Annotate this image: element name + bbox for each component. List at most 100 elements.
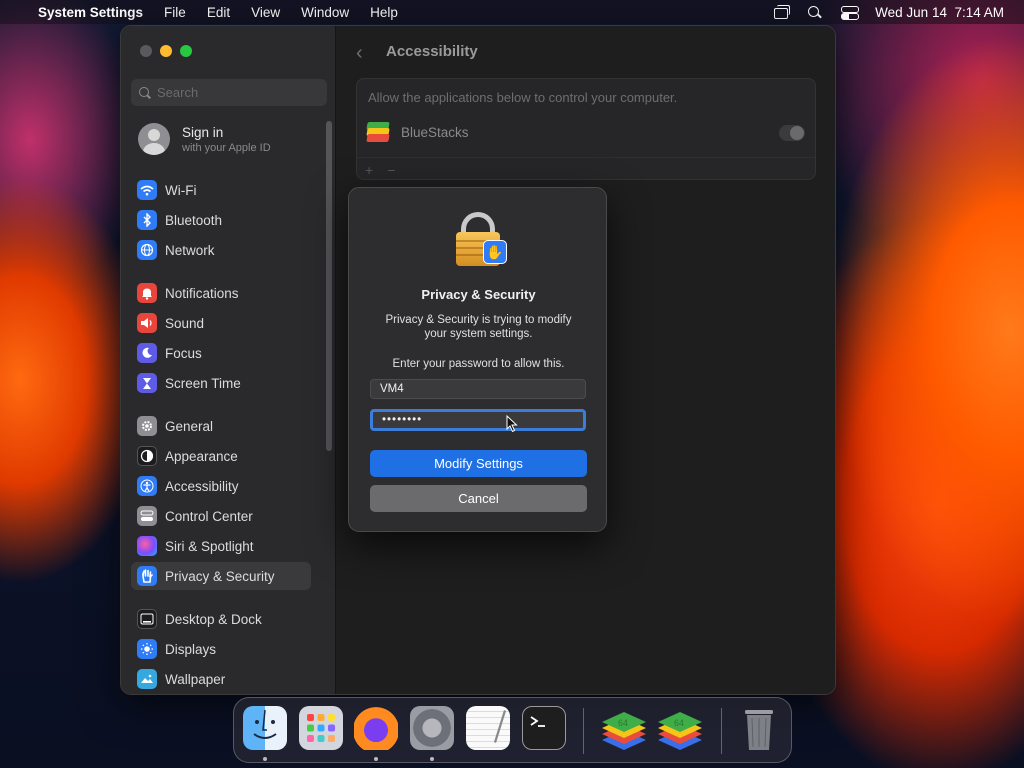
network-globe-icon	[137, 240, 157, 260]
finder-icon[interactable]	[243, 706, 287, 750]
svg-text:64: 64	[674, 718, 684, 728]
firefox-icon[interactable]	[354, 706, 398, 750]
sidebar-item-label: Network	[165, 242, 215, 258]
menu-help[interactable]: Help	[370, 5, 398, 20]
textedit-icon[interactable]	[466, 706, 510, 750]
menubar-clock[interactable]: Wed Jun 14 7:14 AM	[875, 5, 1004, 20]
sidebar-item-sound[interactable]: Sound	[131, 309, 311, 337]
menu-file[interactable]: File	[164, 5, 186, 20]
password-field[interactable]	[370, 409, 586, 431]
dialog-message: Privacy & Security is trying to modify y…	[385, 314, 572, 340]
sign-in-title: Sign in	[182, 124, 224, 140]
sidebar-item-label: General	[165, 418, 214, 434]
dock-separator	[721, 708, 722, 754]
sun-icon	[137, 639, 157, 659]
running-indicator	[430, 757, 434, 761]
apple-id-sign-in[interactable]: Sign in with your Apple ID	[138, 123, 271, 155]
trash-icon[interactable]	[739, 706, 779, 750]
mouse-cursor-icon	[506, 415, 518, 433]
modify-settings-button[interactable]: Modify Settings	[370, 450, 587, 477]
sidebar-item-displays[interactable]: Displays	[131, 635, 311, 663]
wallpaper-icon	[137, 669, 157, 689]
svg-text:64: 64	[618, 718, 628, 728]
sidebar-item-privacy-security[interactable]: Privacy & Security	[131, 562, 311, 590]
close-window-button[interactable]	[140, 45, 152, 57]
minimize-window-button[interactable]	[160, 45, 172, 57]
sidebar-search-input[interactable]	[157, 85, 317, 100]
sidebar-item-label: Displays	[165, 641, 217, 657]
sidebar-item-wifi[interactable]: Wi-Fi	[131, 176, 311, 204]
control-center-icon[interactable]	[841, 5, 860, 20]
moon-icon	[137, 343, 157, 363]
sidebar-item-label: Sound	[165, 315, 205, 331]
sidebar-item-network[interactable]: Network	[131, 236, 311, 264]
avatar	[138, 123, 170, 155]
screen-mirroring-icon[interactable]	[773, 5, 791, 19]
dock-icon	[137, 609, 157, 629]
sidebar: Sign in with your Apple ID Wi-Fi Bluetoo…	[121, 26, 336, 694]
menu-app-name[interactable]: System Settings	[38, 5, 143, 20]
sidebar-item-label: Accessibility	[165, 478, 239, 494]
menu-window[interactable]: Window	[301, 5, 349, 20]
bluestacks-icon[interactable]: 64	[654, 706, 706, 750]
sidebar-item-label: Notifications	[165, 285, 239, 301]
speaker-icon	[137, 313, 157, 333]
sidebar-item-bluetooth[interactable]: Bluetooth	[131, 206, 311, 234]
remove-icon[interactable]: −	[387, 162, 395, 178]
running-indicator	[263, 757, 267, 761]
back-chevron-icon[interactable]: ‹	[356, 42, 363, 65]
panel-footer: + −	[357, 157, 815, 181]
sidebar-scrollbar[interactable]	[326, 121, 332, 451]
sidebar-item-label: Privacy & Security	[165, 568, 275, 584]
spotlight-search-icon[interactable]	[807, 5, 823, 19]
menu-edit[interactable]: Edit	[207, 5, 230, 20]
sidebar-item-siri-spotlight[interactable]: Siri & Spotlight	[131, 532, 311, 560]
menu-view[interactable]: View	[251, 5, 280, 20]
accessibility-icon	[137, 476, 157, 496]
zoom-window-button[interactable]	[180, 45, 192, 57]
app-name: BlueStacks	[401, 124, 469, 140]
username-field[interactable]	[370, 379, 586, 399]
page-title: Accessibility	[386, 43, 478, 60]
hand-icon: ✋	[483, 240, 507, 264]
sidebar-item-accessibility[interactable]: Accessibility	[131, 472, 311, 500]
sidebar-item-control-center[interactable]: Control Center	[131, 502, 311, 530]
auth-dialog: ✋ Privacy & Security Privacy & Security …	[348, 187, 607, 532]
sidebar-item-appearance[interactable]: Appearance	[131, 442, 311, 470]
gear-icon	[137, 416, 157, 436]
menu-bar: System Settings File Edit View Window He…	[0, 0, 1024, 24]
wifi-icon	[137, 180, 157, 200]
system-settings-icon[interactable]	[410, 706, 454, 750]
sidebar-item-label: Bluetooth	[165, 212, 223, 228]
bluestacks-toggle[interactable]	[779, 125, 805, 141]
search-icon	[139, 86, 151, 99]
bell-icon	[137, 283, 157, 303]
sidebar-item-wallpaper[interactable]: Wallpaper	[131, 665, 311, 693]
list-item: BlueStacks	[365, 121, 469, 143]
dock-separator	[583, 708, 584, 754]
dialog-title: Privacy & Security	[421, 287, 536, 302]
panel-description: Allow the applications below to control …	[368, 90, 678, 105]
sidebar-item-screen-time[interactable]: Screen Time	[131, 369, 311, 397]
hand-icon	[137, 566, 157, 586]
sidebar-item-label: Screen Time	[165, 375, 241, 391]
sidebar-item-notifications[interactable]: Notifications	[131, 279, 311, 307]
siri-icon	[137, 536, 157, 556]
sidebar-item-desktop-dock[interactable]: Desktop & Dock	[131, 605, 311, 633]
hourglass-icon	[137, 373, 157, 393]
sidebar-item-focus[interactable]: Focus	[131, 339, 311, 367]
control-center-icon	[137, 506, 157, 526]
sidebar-item-label: Wi-Fi	[165, 182, 197, 198]
cancel-button[interactable]: Cancel	[370, 485, 587, 512]
window-controls	[140, 45, 192, 57]
bluestacks-icon[interactable]: 64	[598, 706, 650, 750]
lock-icon: ✋	[455, 210, 507, 268]
running-indicator	[374, 757, 378, 761]
dock: 64 64	[233, 697, 792, 763]
launchpad-icon[interactable]	[299, 706, 343, 750]
sidebar-item-general[interactable]: General	[131, 412, 311, 440]
terminal-icon[interactable]	[522, 706, 566, 750]
sidebar-item-label: Focus	[165, 345, 202, 361]
sidebar-search	[131, 79, 327, 106]
add-icon[interactable]: +	[365, 162, 373, 178]
